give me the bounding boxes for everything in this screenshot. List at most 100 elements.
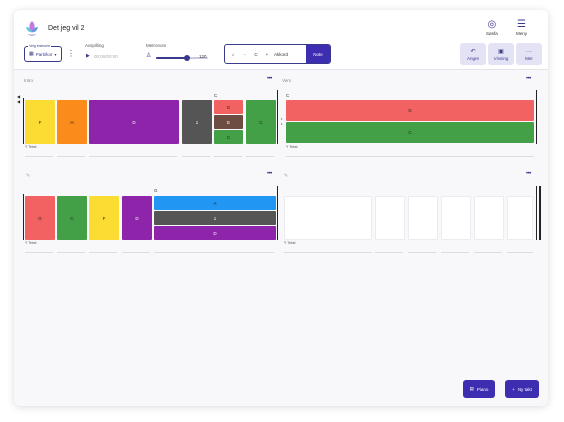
stack-chord-label: G	[154, 188, 158, 193]
chord-block[interactable]: D	[122, 196, 152, 240]
chord-block[interactable]: G	[25, 196, 55, 240]
piano-label: Piano	[476, 386, 489, 392]
chord-block[interactable]: A	[154, 196, 276, 210]
chord-block[interactable]: 1	[182, 100, 212, 144]
logo-icon	[26, 21, 38, 36]
lyrics-label[interactable]: Ÿ Tekst	[25, 145, 36, 149]
view-icon: ▣	[498, 48, 504, 55]
section-label-vers: Vers	[282, 78, 292, 83]
vers-more-icon[interactable]: •••	[526, 76, 531, 82]
measure-line	[25, 156, 53, 157]
empty-measure[interactable]	[375, 196, 405, 240]
measure-line	[122, 252, 150, 253]
play-icon[interactable]: ▶	[86, 53, 90, 59]
edit-pencil-icon[interactable]: ✎	[284, 173, 288, 179]
part-select[interactable]: Velg instrume ▦ Parti/kor ▾	[24, 44, 62, 62]
chord-block[interactable]: C	[57, 196, 87, 240]
chord-block[interactable]: C	[246, 100, 276, 144]
hamburger-icon: ☰	[517, 19, 526, 30]
globe-icon: ◎	[487, 19, 497, 30]
add-measure-button[interactable]: + Ny takt	[505, 380, 539, 398]
slider-fill	[156, 57, 188, 59]
measure-line	[246, 156, 274, 157]
undo-icon: ↶	[470, 48, 476, 55]
note-button[interactable]: Note	[306, 45, 330, 63]
plus-button[interactable]: +	[263, 52, 271, 57]
measure-line	[507, 252, 533, 253]
more-label: Mer	[525, 55, 533, 61]
section3-more-icon[interactable]: •••	[267, 171, 272, 177]
chord-block[interactable]: E	[214, 115, 243, 129]
view-button[interactable]: ▣ Visning	[488, 43, 514, 65]
piano-button[interactable]: ▤ Piano	[463, 380, 495, 398]
search-label: Søsfa	[486, 31, 498, 36]
intro-more-icon[interactable]: •••	[267, 76, 272, 82]
chord-block[interactable]: F	[89, 196, 119, 240]
more-icon: ···	[526, 48, 532, 55]
repeat-start-icon: ◀ ◀	[17, 94, 21, 104]
lyrics-label[interactable]: Ÿ Tekst	[25, 241, 36, 245]
measure-line	[89, 156, 177, 157]
part-select-label: Velg instrume	[28, 44, 52, 48]
lyrics-label[interactable]: Ÿ Tekst	[284, 241, 295, 245]
menu-label: Meny	[516, 31, 528, 36]
measure-line	[375, 252, 403, 253]
repeat-dots-icon: • •	[281, 116, 283, 126]
bpm-value: 120	[199, 54, 207, 59]
section4-more-icon[interactable]: •••	[526, 171, 531, 177]
chord-block[interactable]: D	[154, 226, 276, 240]
metronome-icon[interactable]: ♙	[146, 52, 151, 59]
more-button[interactable]: ··· Mer	[516, 43, 542, 65]
chord-block[interactable]: G	[214, 100, 243, 114]
chord-block[interactable]: H	[57, 100, 87, 144]
barline	[536, 186, 537, 240]
chord-block[interactable]: C	[214, 130, 243, 144]
barline	[277, 186, 278, 240]
slider-thumb[interactable]	[184, 55, 191, 61]
measure-line	[154, 252, 274, 253]
chord-entry-bar: ♪ - C + Akkord Note	[224, 44, 331, 64]
barline	[277, 90, 278, 144]
menu-button[interactable]: ☰ Meny	[516, 19, 527, 36]
measure-line	[182, 156, 210, 157]
measure-line	[474, 252, 502, 253]
undo-button[interactable]: ↶ Angre	[460, 43, 486, 65]
measure-line	[25, 252, 53, 253]
piano-icon: ▤	[469, 386, 474, 391]
barline	[23, 98, 24, 144]
search-button[interactable]: ◎ Søsfa	[486, 19, 498, 36]
add-measure-label: Ny takt	[517, 386, 532, 392]
chord-block[interactable]: D	[89, 100, 179, 144]
minus-button[interactable]: -	[241, 52, 249, 57]
app-window: Det jeg vil 2 ◎ Søsfa ☰ Meny Velg instru…	[14, 10, 548, 406]
key-value[interactable]: C	[249, 52, 263, 57]
edit-pencil-icon[interactable]: ✎	[26, 173, 30, 179]
chord-block[interactable]: C	[286, 122, 534, 143]
measure-line	[214, 156, 242, 157]
measure-line	[89, 252, 117, 253]
part-icon: ▦	[29, 51, 34, 57]
chord-block[interactable]: G	[286, 100, 534, 121]
chord-label[interactable]: Akkord	[271, 52, 291, 57]
chevron-down-icon: ▾	[54, 51, 57, 57]
barline	[23, 194, 24, 240]
empty-measure[interactable]	[474, 196, 504, 240]
chord-block[interactable]: 1	[154, 211, 276, 225]
barline	[536, 90, 537, 144]
chord-block[interactable]: F	[25, 100, 55, 144]
empty-measure[interactable]	[441, 196, 471, 240]
lyrics-label[interactable]: Ÿ Tekst	[286, 145, 297, 149]
header: Det jeg vil 2 ◎ Søsfa ☰ Meny Velg instru…	[14, 10, 548, 70]
measure-line	[286, 156, 534, 157]
metronome-label: Metronom	[146, 43, 167, 48]
stack-chord-label: C	[214, 93, 218, 98]
empty-measure[interactable]	[408, 196, 438, 240]
empty-measure[interactable]	[284, 196, 372, 240]
measure-line	[441, 252, 469, 253]
note-icon[interactable]: ♪	[225, 52, 241, 57]
empty-measure[interactable]	[507, 196, 533, 240]
measure-line	[284, 252, 372, 253]
undo-label: Angre	[466, 55, 479, 61]
end-barline	[539, 186, 541, 240]
part-options-icon[interactable]: ⋮	[67, 50, 75, 58]
